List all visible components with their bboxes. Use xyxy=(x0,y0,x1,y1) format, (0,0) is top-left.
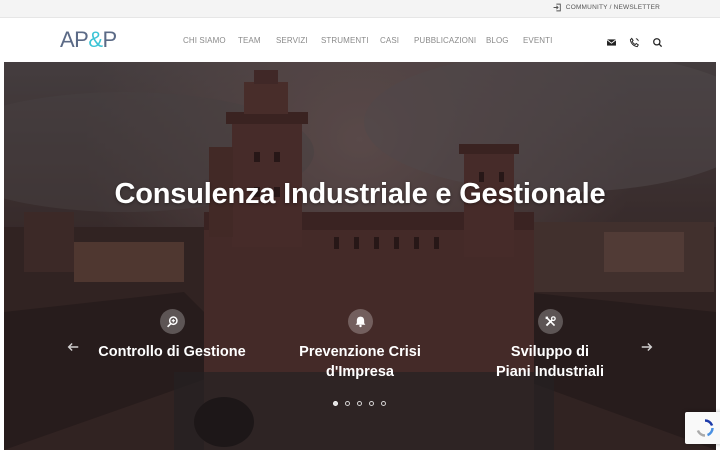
slider-dot[interactable] xyxy=(369,401,374,406)
feature-label-line2: Piani Industriali xyxy=(496,364,604,380)
mail-icon[interactable] xyxy=(606,35,617,46)
hero-slider: Consulenza Industriale e Gestionale Cont… xyxy=(4,62,716,450)
site-header: AP&P CHI SIAMO TEAM SERVIZI STRUMENTI CA… xyxy=(0,18,720,62)
nav-item-casi[interactable]: CASI xyxy=(380,36,414,45)
hero-title: Consulenza Industriale e Gestionale xyxy=(114,178,606,210)
nav-item-chi-siamo[interactable]: CHI SIAMO xyxy=(183,36,238,45)
arrow-left-icon xyxy=(67,343,79,351)
community-newsletter-link[interactable]: COMMUNITY / NEWSLETTER xyxy=(553,3,660,12)
top-bar: COMMUNITY / NEWSLETTER xyxy=(0,0,720,18)
phone-icon[interactable] xyxy=(629,35,640,48)
hero-overlay xyxy=(4,62,716,450)
nav-item-eventi[interactable]: EVENTI xyxy=(523,36,563,45)
nav-item-blog[interactable]: BLOG xyxy=(486,36,523,45)
nav-item-team[interactable]: TEAM xyxy=(238,36,276,45)
logo-ampersand: & xyxy=(88,27,103,52)
slider-dot[interactable] xyxy=(333,401,338,406)
logo-text-left: AP xyxy=(60,27,89,52)
slider-dot[interactable] xyxy=(381,401,386,406)
community-newsletter-label: COMMUNITY / NEWSLETTER xyxy=(565,4,660,11)
sign-in-icon xyxy=(553,3,561,12)
feature-label-line2: d'Impresa xyxy=(326,364,394,380)
feature-label-line1: Controllo di Gestione xyxy=(98,344,246,360)
tools-icon xyxy=(537,309,563,334)
slider-prev-button[interactable] xyxy=(66,340,80,354)
arrow-right-icon xyxy=(641,343,653,351)
feature-controllo-di-gestione[interactable]: Controllo di Gestione xyxy=(94,309,250,362)
feature-prevenzione-crisi[interactable]: Prevenzione Crisi d'Impresa xyxy=(274,309,446,382)
slider-dot[interactable] xyxy=(357,401,362,406)
magnifier-plus-icon xyxy=(159,309,185,334)
feature-label-line1: Sviluppo di xyxy=(510,344,590,360)
slider-next-button[interactable] xyxy=(640,340,654,354)
nav-item-pubblicazioni[interactable]: PUBBLICAZIONI xyxy=(414,36,486,45)
main-nav: CHI SIAMO TEAM SERVIZI STRUMENTI CASI PU… xyxy=(183,36,563,45)
slider-dot[interactable] xyxy=(345,401,350,406)
slider-pagination xyxy=(333,401,386,406)
recaptcha-icon xyxy=(696,419,714,437)
logo-text-right: P xyxy=(102,27,118,52)
header-icons xyxy=(606,35,663,48)
nav-item-strumenti[interactable]: STRUMENTI xyxy=(321,36,380,45)
site-logo[interactable]: AP&P xyxy=(60,27,117,53)
feature-label-line1: Prevenzione Crisi xyxy=(299,344,421,360)
search-icon[interactable] xyxy=(652,35,663,48)
nav-item-servizi[interactable]: SERVIZI xyxy=(276,36,321,45)
recaptcha-badge[interactable] xyxy=(685,412,720,444)
feature-sviluppo-piani[interactable]: Sviluppo di Piani Industriali xyxy=(470,309,630,382)
bell-icon xyxy=(347,309,373,334)
